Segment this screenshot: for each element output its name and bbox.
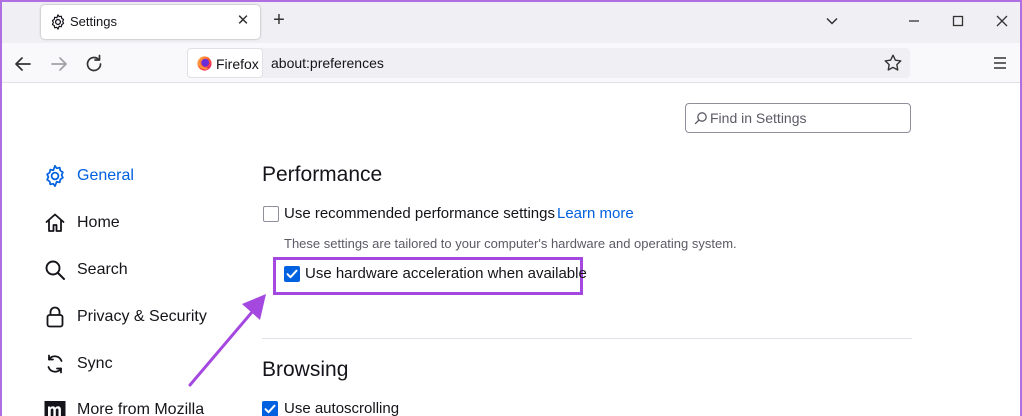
back-icon[interactable] — [11, 52, 35, 76]
home-icon — [45, 213, 65, 232]
checkmark-icon — [264, 404, 276, 414]
browsing-heading: Browsing — [262, 358, 349, 381]
tab-strip: Settings ✕ + — [0, 0, 1022, 43]
forward-icon[interactable] — [47, 52, 71, 76]
search-icon — [694, 112, 707, 125]
performance-heading: Performance — [262, 163, 383, 186]
sidebar-item-label: Sync — [77, 355, 113, 372]
identity-label: Firefox — [216, 56, 259, 72]
lock-icon — [46, 306, 64, 328]
minimize-icon[interactable] — [902, 9, 926, 33]
sidebar-item-privacy-security[interactable]: Privacy & Security — [43, 303, 233, 333]
identity-box[interactable]: Firefox — [187, 48, 263, 78]
bookmark-star-icon[interactable] — [882, 52, 904, 74]
checkmark-icon — [286, 269, 298, 279]
url-text[interactable]: about:preferences — [271, 55, 384, 71]
find-in-settings[interactable] — [685, 103, 911, 133]
sidebar-item-label: Search — [77, 261, 128, 278]
sidebar-item-more-from-mozilla[interactable]: More from Mozilla — [43, 396, 233, 416]
tab-settings[interactable]: Settings ✕ — [41, 5, 260, 39]
recommended-performance-label[interactable]: Use recommended performance settings — [284, 205, 555, 222]
sidebar-item-general[interactable]: General — [43, 162, 233, 192]
find-in-settings-input[interactable] — [710, 108, 906, 128]
reload-icon[interactable] — [82, 52, 106, 76]
gear-icon — [51, 14, 65, 30]
sidebar-item-label: General — [77, 167, 134, 184]
url-bar[interactable]: Firefox about:preferences — [187, 48, 910, 78]
search-icon — [45, 260, 65, 280]
new-tab-icon[interactable]: + — [268, 9, 290, 31]
learn-more-link[interactable]: Learn more — [557, 205, 634, 222]
hardware-acceleration-checkbox[interactable] — [284, 266, 300, 282]
navigation-toolbar: Firefox about:preferences — [0, 43, 1022, 83]
sidebar-item-home[interactable]: Home — [43, 209, 233, 239]
autoscrolling-label[interactable]: Use autoscrolling — [284, 400, 399, 416]
tab-title: Settings — [70, 14, 117, 29]
list-all-tabs-icon[interactable] — [820, 9, 844, 33]
close-tab-icon[interactable]: ✕ — [233, 11, 253, 31]
recommended-performance-checkbox[interactable] — [263, 206, 279, 222]
hardware-acceleration-label[interactable]: Use hardware acceleration when available — [305, 265, 587, 282]
close-window-icon[interactable] — [990, 9, 1014, 33]
sync-icon — [47, 354, 63, 374]
sidebar-item-label: More from Mozilla — [77, 401, 205, 416]
sidebar-item-search[interactable]: Search — [43, 256, 233, 286]
gear-icon — [46, 164, 64, 188]
maximize-icon[interactable] — [946, 9, 970, 33]
autoscrolling-checkbox[interactable] — [262, 401, 278, 416]
section-divider — [262, 338, 912, 339]
sidebar-item-label: Privacy & Security — [77, 308, 207, 325]
mozilla-icon — [44, 401, 66, 416]
sidebar-item-label: Home — [77, 214, 120, 231]
sidebar-item-sync[interactable]: Sync — [43, 350, 233, 380]
hamburger-menu-icon[interactable] — [989, 52, 1011, 74]
performance-description: These settings are tailored to your comp… — [284, 236, 737, 251]
firefox-logo-icon — [197, 56, 212, 71]
